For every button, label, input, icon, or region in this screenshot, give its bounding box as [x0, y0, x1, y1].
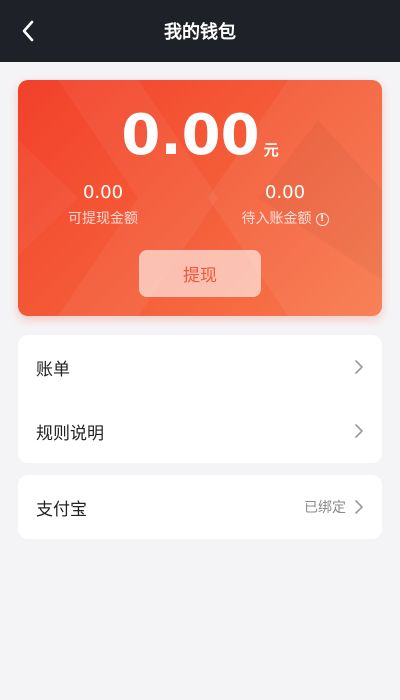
menu-item-label: 规则说明	[36, 423, 104, 444]
withdraw-button[interactable]: 提现	[139, 250, 261, 297]
withdrawable-value: 0.00	[82, 182, 124, 203]
menu-group-payment: 支付宝 已绑定	[18, 475, 382, 539]
info-icon[interactable]: !	[315, 212, 329, 226]
withdrawable-label-row: 可提现金额	[23, 209, 183, 229]
menu-group-main: 账单 规则说明	[18, 335, 382, 463]
page-title: 我的钱包	[164, 22, 236, 43]
back-button[interactable]	[10, 13, 46, 49]
total-amount: 0.00	[121, 103, 260, 168]
top-navbar: 我的钱包	[0, 0, 400, 62]
chevron-left-icon	[22, 20, 34, 42]
menu-item-label: 支付宝	[36, 499, 87, 520]
total-balance: 0.00 元	[18, 106, 382, 166]
pending-value: 0.00	[264, 182, 306, 203]
chevron-right-icon	[355, 360, 363, 374]
chevron-right-icon	[355, 424, 363, 438]
pending-amount-block: 0.00 待入账金额 !	[205, 182, 365, 229]
chevron-right-icon	[355, 500, 363, 514]
menu-item-label: 账单	[36, 359, 70, 380]
currency-unit: 元	[263, 141, 279, 159]
balance-card: 0.00 元 0.00 可提现金额 0.00 待入账金额 ! 提现	[18, 80, 382, 316]
withdrawable-label: 可提现金额	[68, 211, 138, 227]
pending-label: 待入账金额	[241, 211, 312, 227]
pending-label-row: 待入账金额 !	[205, 209, 365, 229]
menu-item-rules[interactable]: 规则说明	[18, 399, 382, 463]
withdrawable-amount-block: 0.00 可提现金额	[23, 182, 183, 229]
menu-item-bill[interactable]: 账单	[18, 335, 382, 399]
binding-status: 已绑定	[304, 500, 346, 516]
menu-item-alipay[interactable]: 支付宝 已绑定	[18, 475, 382, 539]
